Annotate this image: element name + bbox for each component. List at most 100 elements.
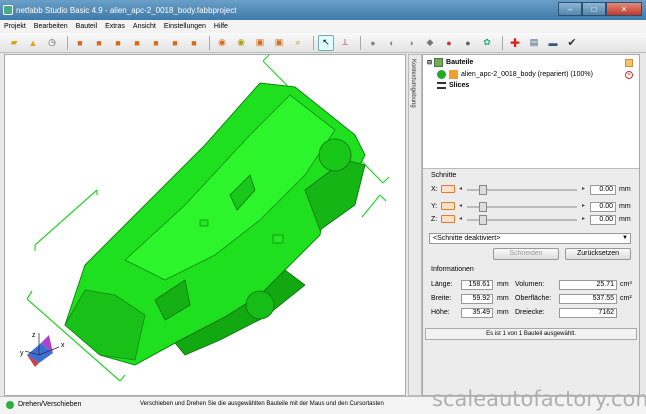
cut-y-label: Y: xyxy=(431,203,438,210)
triangles-value: 7162 xyxy=(559,308,617,318)
status-hint: Verschieben und Drehen Sie die ausgewähl… xyxy=(140,401,384,407)
properties-panel: ⊟ Bauteile alien_apc-2_0018_body (repari… xyxy=(422,54,640,396)
axis-triad: z y x xyxy=(20,332,65,367)
volume-unit: cm³ xyxy=(620,281,632,288)
zoom-selection-icon[interactable]: ▣ xyxy=(252,35,268,51)
tree-item-parts[interactable]: ⊟ Bauteile xyxy=(427,57,637,68)
view-top-icon[interactable]: ■ xyxy=(148,35,164,51)
status-indicator-icon xyxy=(6,401,14,409)
view-front-icon[interactable]: ■ xyxy=(72,35,88,51)
watermark: scaleautofactory.com xyxy=(432,387,646,411)
clock-icon[interactable]: ◷ xyxy=(44,35,60,51)
view-right-icon[interactable]: ■ xyxy=(129,35,145,51)
select-pointer-icon[interactable]: ↖ xyxy=(318,34,334,51)
status-mode: Drehen/Verschieben xyxy=(18,401,82,408)
axis-label-y: y xyxy=(20,350,24,357)
parts-tree: ⊟ Bauteile alien_apc-2_0018_body (repari… xyxy=(423,55,639,169)
volume-value: 25.71 xyxy=(559,280,617,290)
measure-icon[interactable]: ⟂ xyxy=(337,35,353,51)
app-icon xyxy=(3,5,13,15)
slices-label: Slices xyxy=(449,82,470,89)
slices-icon xyxy=(437,82,446,89)
reset-button[interactable]: Zurücksetzen xyxy=(565,248,631,260)
cut-y-value[interactable]: 0.00 xyxy=(590,202,616,212)
minimize-button[interactable]: – xyxy=(558,2,582,16)
cut-z-value[interactable]: 0.00 xyxy=(590,215,616,225)
view-iso-icon[interactable]: ■ xyxy=(186,35,202,51)
width-value: 59.92 xyxy=(461,294,493,304)
menu-bauteil[interactable]: Bauteil xyxy=(72,23,101,30)
menu-extras[interactable]: Extras xyxy=(101,23,129,30)
cuts-title: Schnitte xyxy=(431,172,457,179)
surface-unit: cm² xyxy=(620,295,632,302)
axis-label-z: z xyxy=(32,332,36,339)
part-visibility-icon[interactable] xyxy=(449,70,458,79)
transparency-icon[interactable]: ◑ xyxy=(403,35,419,51)
menu-ansicht[interactable]: Ansicht xyxy=(129,23,160,30)
parts-label: Bauteile xyxy=(446,59,474,66)
lighting-icon[interactable]: ◆ xyxy=(422,35,438,51)
remove-part-icon[interactable]: ✕ xyxy=(625,70,633,79)
shading-icon[interactable]: ● xyxy=(365,35,381,51)
height-unit: mm xyxy=(497,309,509,316)
wireframe-icon[interactable]: ◐ xyxy=(384,35,400,51)
cut-mode-dropdown[interactable]: <Schnitte deaktiviert> ▼ xyxy=(429,233,631,244)
length-label: Länge: xyxy=(431,281,453,288)
cut-y-unit: mm xyxy=(619,203,631,210)
settings-icon[interactable]: ✿ xyxy=(479,35,495,51)
support-icon[interactable]: ▤ xyxy=(526,35,542,51)
zoom-window-icon[interactable]: ▣ xyxy=(271,35,287,51)
zoom-all-icon[interactable]: ◉ xyxy=(214,35,230,51)
zoom-part-icon[interactable]: ◉ xyxy=(233,35,249,51)
width-label: Breite: xyxy=(431,295,452,302)
cut-x-value[interactable]: 0.00 xyxy=(590,185,616,195)
repair-cross-icon[interactable]: ✚ xyxy=(507,35,523,51)
3d-viewport[interactable]: z y x xyxy=(4,54,406,396)
model-view[interactable]: z y x xyxy=(5,55,406,396)
cut-button[interactable]: Schneiden xyxy=(493,248,559,260)
menu-bar: Projekt Bearbeiten Bauteil Extras Ansich… xyxy=(0,20,646,33)
color-icon[interactable]: ● xyxy=(441,35,457,51)
cut-x-slider[interactable]: ◂ ▸ xyxy=(457,185,587,195)
selection-info: Es ist 1 von 1 Bauteil ausgewählt. xyxy=(425,328,637,340)
toolbar: ▰ ▲ ◷ ■ ■ ■ ■ ■ ■ ■ ◉ ◉ ▣ ▣ ⌕ ↖ ⟂ ● ◐ ◑ … xyxy=(0,33,646,53)
title-bar: netfabb Studio Basic 4.9 - alien_apc-2_0… xyxy=(0,0,646,20)
view-left-icon[interactable]: ■ xyxy=(110,35,126,51)
length-value: 158.61 xyxy=(461,280,493,290)
collapse-icon[interactable]: ⊟ xyxy=(427,59,432,66)
menu-einstellungen[interactable]: Einstellungen xyxy=(160,23,210,30)
cut-z-color[interactable] xyxy=(441,215,455,223)
axis-label-x: x xyxy=(61,342,65,349)
menu-bearbeiten[interactable]: Bearbeiten xyxy=(30,23,72,30)
tree-item-part[interactable]: alien_apc-2_0018_body (repariert) (100%)… xyxy=(437,69,637,80)
height-label: Höhe: xyxy=(431,309,450,316)
parts-icon xyxy=(434,58,444,67)
view-back-icon[interactable]: ■ xyxy=(91,35,107,51)
cut-z-label: Z: xyxy=(431,216,438,223)
context-tab[interactable]: Kontextumgebung xyxy=(408,54,422,396)
add-part-icon[interactable]: ▲ xyxy=(25,35,41,51)
cut-z-slider[interactable]: ◂ ▸ xyxy=(457,215,587,225)
magnifier-icon[interactable]: ⌕ xyxy=(290,35,306,51)
menu-projekt[interactable]: Projekt xyxy=(0,23,30,30)
parts-check-icon[interactable] xyxy=(625,58,633,67)
cut-x-color[interactable] xyxy=(441,185,455,193)
cut-y-slider[interactable]: ◂ ▸ xyxy=(457,202,587,212)
open-folder-icon[interactable]: ▰ xyxy=(6,35,22,51)
maximize-button[interactable]: □ xyxy=(582,2,606,16)
close-window-button[interactable]: ✕ xyxy=(606,2,642,16)
apply-check-icon[interactable]: ✔ xyxy=(564,35,580,51)
menu-hilfe[interactable]: Hilfe xyxy=(210,23,232,30)
length-unit: mm xyxy=(497,281,509,288)
info-title: Informationen xyxy=(431,266,474,273)
green-vehicle-model[interactable] xyxy=(64,82,366,366)
surface-value: 537.55 xyxy=(559,294,617,304)
tree-item-slices[interactable]: Slices xyxy=(427,80,637,91)
height-value: 35.49 xyxy=(461,308,493,318)
cut-y-color[interactable] xyxy=(441,202,455,210)
surface-label: Oberfläche: xyxy=(515,295,552,302)
minus-icon[interactable]: ▬ xyxy=(545,35,561,51)
texture-icon[interactable]: ● xyxy=(460,35,476,51)
view-bottom-icon[interactable]: ■ xyxy=(167,35,183,51)
cut-z-unit: mm xyxy=(619,216,631,223)
